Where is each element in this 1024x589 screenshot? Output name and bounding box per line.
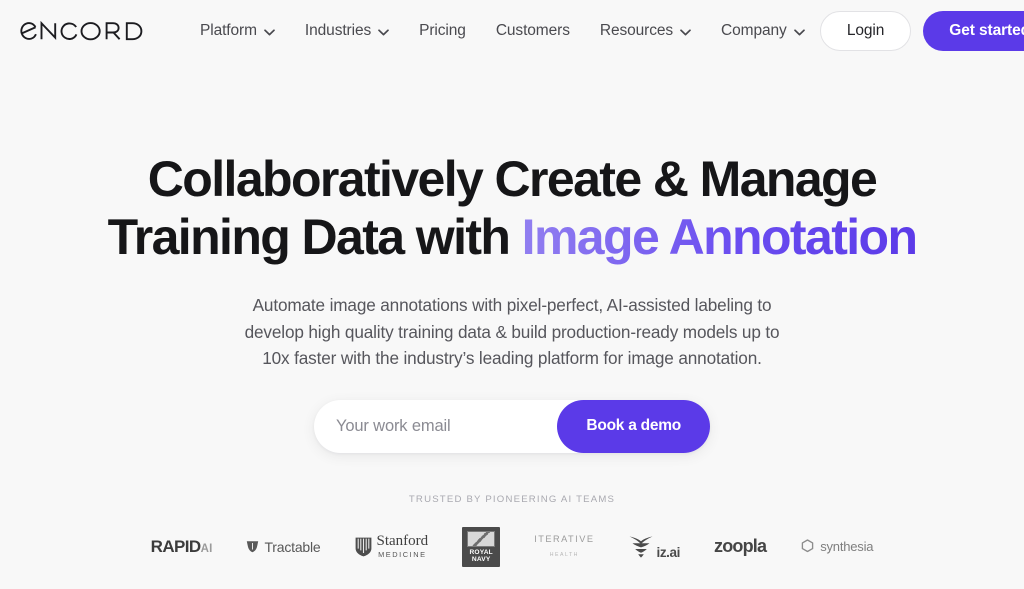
iz-ai-wordmark: iz.ai — [656, 544, 680, 560]
subhead-line-3: 10x faster with the industry’s leading p… — [262, 348, 762, 368]
rapidai-wordmark: RAPID — [150, 536, 202, 556]
nav-item-platform[interactable]: Platform — [200, 22, 275, 40]
brand-logo-royal-navy[interactable]: ROYAL NAVY — [462, 526, 501, 567]
subhead-line-1: Automate image annotations with pixel-pe… — [252, 295, 772, 315]
site-header: Platform Industries Pricing Customers Re… — [0, 0, 1024, 62]
book-a-demo-button[interactable]: Book a demo — [557, 399, 710, 453]
synthesia-wordmark: synthesia — [820, 539, 874, 554]
nav-label-company: Company — [721, 22, 787, 39]
headline-accent: Image Annotation — [521, 209, 918, 265]
zoopla-wordmark: zoopla — [714, 536, 767, 556]
nav-item-industries[interactable]: Industries — [305, 22, 389, 40]
royal-navy-crest-icon: ROYAL NAVY — [462, 526, 501, 567]
brand-logo-stanford-medicine[interactable]: Stanford MEDICINE — [355, 533, 429, 560]
headline-line-1: Collaboratively Create & Manage — [147, 151, 878, 207]
stanford-shield-icon — [355, 537, 372, 557]
nav-item-customers[interactable]: Customers — [496, 22, 570, 40]
brand-logo-rapidai[interactable]: RAPIDAI — [151, 537, 213, 557]
chevron-down-icon — [378, 28, 389, 36]
subhead-line-2: develop high quality training data & bui… — [244, 321, 780, 342]
headline-line-2-plain: Training Data with — [107, 209, 522, 265]
nav-item-pricing[interactable]: Pricing — [419, 22, 466, 40]
get-started-button[interactable]: Get started — [923, 11, 1024, 51]
stanford-wordmark: Stanford — [376, 533, 429, 550]
encord-wordmark-icon — [20, 20, 143, 41]
stanford-suffix: MEDICINE — [378, 550, 427, 560]
main-navigation: Platform Industries Pricing Customers Re… — [200, 22, 805, 40]
encord-logo[interactable] — [16, 18, 148, 44]
nav-item-resources[interactable]: Resources — [600, 22, 691, 40]
tractable-wordmark: Tractable — [264, 538, 321, 555]
customer-logo-strip: RAPIDAI Tractable Stanford MEDICINE ROYA… — [0, 526, 1024, 567]
iterative-suffix: HEALTH — [549, 551, 579, 558]
nav-label-resources: Resources — [599, 22, 674, 39]
iterative-wordmark: ITERATIVE — [534, 534, 595, 545]
chevron-down-icon — [793, 28, 805, 36]
brand-logo-zoopla[interactable]: zoopla — [714, 536, 767, 557]
brand-logo-iz-ai[interactable]: iz.ai — [628, 535, 680, 560]
nav-label-platform: Platform — [200, 22, 257, 39]
iz-ai-mark-icon — [628, 535, 654, 559]
chevron-down-icon — [264, 28, 275, 36]
royal-navy-line-2: NAVY — [471, 556, 491, 564]
chevron-down-icon — [680, 28, 691, 36]
tractable-shield-icon — [246, 540, 259, 553]
page-title: Collaboratively Create & Manage Training… — [0, 150, 1024, 266]
email-capture-form: Book a demo — [314, 399, 710, 453]
nav-item-company[interactable]: Company — [721, 22, 805, 40]
nav-label-industries: Industries — [304, 22, 372, 39]
trusted-by-label: TRUSTED BY PIONEERING AI TEAMS — [408, 493, 616, 505]
brand-logo-synthesia[interactable]: synthesia — [800, 539, 874, 554]
royal-navy-flag — [467, 530, 496, 547]
header-actions: Login Get started — [819, 11, 1024, 51]
synthesia-hex-icon — [800, 539, 815, 554]
rapidai-suffix: AI — [200, 542, 213, 555]
work-email-input[interactable] — [336, 399, 558, 453]
hero-section: Collaboratively Create & Manage Training… — [0, 62, 1024, 567]
brand-logo-iterative-health[interactable]: ITERATIVE HEALTH — [534, 534, 595, 558]
nav-label-customers: Customers — [495, 22, 570, 39]
brand-logo-tractable[interactable]: Tractable — [246, 538, 321, 555]
nav-label-pricing: Pricing — [419, 22, 466, 39]
login-button[interactable]: Login — [819, 11, 912, 51]
hero-subheading: Automate image annotations with pixel-pe… — [188, 292, 836, 372]
royal-navy-line-1: ROYAL — [469, 548, 493, 556]
